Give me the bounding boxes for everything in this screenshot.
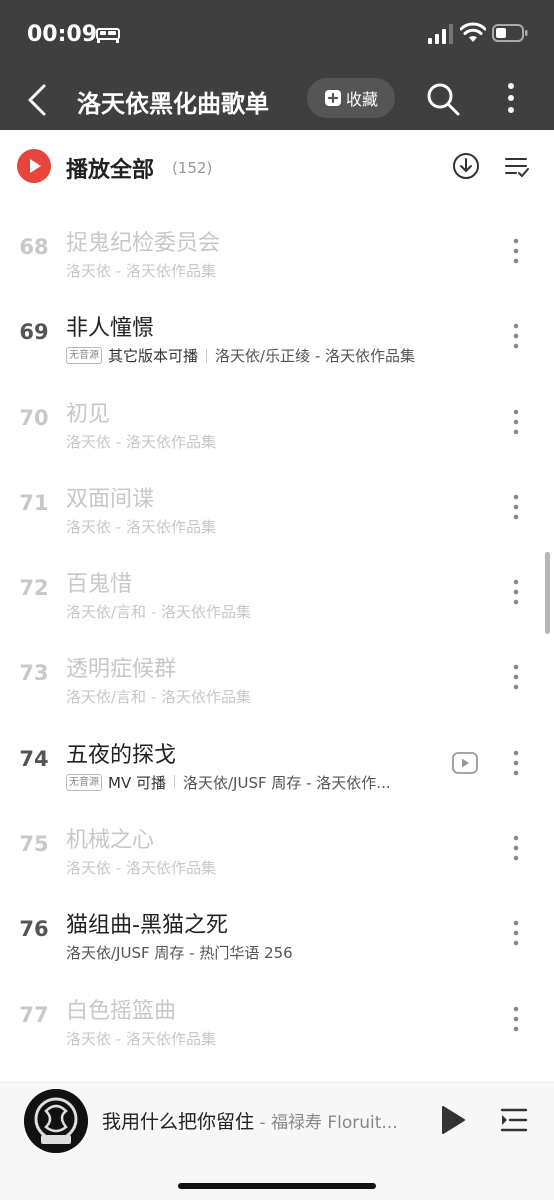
song-title: 五夜的探戈	[66, 742, 177, 768]
song-index: 73	[19, 661, 49, 686]
song-row[interactable]: 68 捉鬼纪检委员会洛天依 - 洛天依作品集	[0, 207, 554, 292]
song-title: 双面间谍	[66, 486, 155, 512]
more-vertical-icon[interactable]	[506, 1005, 526, 1033]
more-vertical-icon[interactable]	[506, 237, 526, 265]
more-vertical-icon[interactable]	[506, 663, 526, 691]
song-index: 74	[19, 746, 49, 771]
song-index: 75	[19, 832, 49, 857]
song-index: 69	[19, 320, 49, 345]
song-row[interactable]: 77 白色摇篮曲洛天依 - 洛天依作品集	[0, 975, 554, 1060]
song-artist-album: 洛天依 - 洛天依作品集	[66, 262, 216, 280]
separator	[173, 775, 175, 790]
song-subtitle-line: 洛天依 - 洛天依作品集	[66, 1028, 446, 1049]
song-row[interactable]: 70 初见洛天依 - 洛天依作品集	[0, 378, 554, 463]
song-row[interactable]: 75 机械之心洛天依 - 洛天依作品集	[0, 804, 554, 889]
navigation-bar: 洛天依黑化曲歌单 收藏	[0, 70, 554, 130]
song-artist-album: 洛天依/JUSF 周存 - 热门华语 256	[66, 944, 293, 963]
no-source-badge: 无音源	[66, 773, 102, 791]
song-title: 猫组曲-黑猫之死	[66, 913, 228, 939]
battery-icon	[492, 24, 528, 42]
more-vertical-icon[interactable]	[506, 834, 526, 862]
collect-label: 收藏	[345, 90, 378, 109]
song-subtitle-line: 洛天依 - 洛天依作品集	[66, 260, 446, 281]
song-artist-album: 洛天依/乐正绫 - 洛天依作品集	[215, 347, 416, 366]
play-circle-icon[interactable]	[17, 149, 51, 183]
cellular-signal-icon	[428, 24, 453, 44]
now-playing-title[interactable]: 我用什么把你留住 - 福禄寿 Floruit...	[102, 1107, 422, 1134]
song-subtitle-line: 洛天依 - 洛天依作品集	[66, 516, 446, 537]
song-row[interactable]: 73 透明症候群洛天依/言和 - 洛天依作品集	[0, 633, 554, 718]
status-bar: 00:09	[0, 0, 554, 70]
song-artist-album: 洛天依 - 洛天依作品集	[66, 432, 216, 451]
song-index: 72	[19, 576, 49, 601]
song-title: 捉鬼纪检委员会	[66, 231, 221, 256]
playlist-title: 洛天依黑化曲歌单	[77, 90, 269, 118]
availability-text: 其它版本可播	[108, 347, 199, 366]
wifi-icon	[460, 22, 486, 42]
back-arrow-icon[interactable]	[22, 80, 54, 120]
song-subtitle-line: 洛天依 - 洛天依作品集	[66, 431, 446, 452]
song-subtitle-line: 洛天依/JUSF 周存 - 热门华语 256	[66, 942, 446, 963]
song-row[interactable]: 72 百鬼惜洛天依/言和 - 洛天依作品集	[0, 548, 554, 633]
song-title: 初见	[66, 401, 111, 427]
song-row[interactable]: 71 双面间谍洛天依 - 洛天依作品集	[0, 463, 554, 548]
availability-text: MV 可播	[108, 773, 166, 792]
song-index: 77	[19, 1002, 49, 1027]
play-all-label[interactable]: 播放全部	[66, 152, 154, 184]
song-title: 白色摇篮曲	[66, 998, 177, 1024]
song-subtitle-line: 洛天依/言和 - 洛天依作品集	[66, 686, 446, 707]
song-artist-album: 洛天依/言和 - 洛天依作品集	[66, 688, 252, 707]
song-title: 非人憧憬	[66, 316, 155, 342]
separator	[206, 348, 208, 363]
song-title: 机械之心	[66, 828, 155, 854]
song-title: 透明症候群	[66, 657, 177, 683]
search-icon[interactable]	[424, 80, 462, 118]
song-row[interactable]: 74 五夜的探戈无音源 MV 可播 洛天依/JUSF 周存 - 洛天依作...	[0, 719, 554, 804]
no-source-badge: 无音源	[66, 347, 102, 365]
more-vertical-icon[interactable]	[506, 749, 526, 777]
song-subtitle-line: 无音源 MV 可播 洛天依/JUSF 周存 - 洛天依作...	[66, 772, 446, 793]
song-index: 70	[19, 405, 49, 430]
song-subtitle-line: 洛天依/言和 - 洛天依作品集	[66, 601, 446, 622]
album-logo-icon	[24, 1089, 88, 1153]
song-index: 71	[19, 490, 49, 515]
song-list: 68 捉鬼纪检委员会 洛天依 - 洛天依作品集 69 非人憧憬 无音源 其它版本可播 洛天依/…	[0, 207, 554, 1060]
multi-select-icon[interactable]	[504, 154, 530, 180]
now-playing-song: 我用什么把你留住	[102, 1111, 255, 1133]
sleep-mode-icon	[96, 28, 120, 43]
song-artist-album: 洛天依 - 洛天依作品集	[66, 1029, 216, 1048]
collect-button[interactable]: 收藏	[307, 78, 395, 118]
song-row[interactable]: 76 猫组曲-黑猫之死洛天依/JUSF 周存 - 热门华语 256	[0, 889, 554, 974]
now-playing-artist: - 福禄寿 Floruit...	[254, 1113, 398, 1133]
song-title: 百鬼惜	[66, 572, 133, 598]
song-count: (152)	[172, 159, 213, 177]
song-artist-album: 洛天依/言和 - 洛天依作品集	[66, 603, 252, 622]
song-index: 76	[19, 917, 49, 942]
more-vertical-icon[interactable]	[506, 919, 526, 947]
more-vertical-icon[interactable]	[506, 322, 526, 350]
more-vertical-icon[interactable]	[506, 408, 526, 436]
song-index: 68	[19, 235, 49, 259]
song-subtitle-line: 无音源 其它版本可播 洛天依/乐正绫 - 洛天依作品集	[66, 345, 446, 366]
song-artist-album: 洛天依 - 洛天依作品集	[66, 517, 216, 536]
more-vertical-icon[interactable]	[506, 493, 526, 521]
song-artist-album: 洛天依/JUSF 周存 - 洛天依作...	[182, 773, 391, 792]
scrollbar[interactable]	[545, 552, 550, 634]
status-time: 00:09	[27, 22, 98, 47]
play-all-bar: 播放全部 (152)	[0, 130, 554, 202]
more-vertical-icon[interactable]	[506, 578, 526, 606]
mini-player[interactable]: 我用什么把你留住 - 福禄寿 Floruit...	[0, 1082, 554, 1200]
album-art[interactable]	[24, 1089, 88, 1153]
mv-play-icon[interactable]	[451, 751, 479, 775]
more-vertical-icon[interactable]	[498, 78, 524, 118]
song-artist-album: 洛天依 - 洛天依作品集	[66, 859, 216, 878]
song-row[interactable]: 69 非人憧憬无音源 其它版本可播 洛天依/乐正绫 - 洛天依作品集	[0, 292, 554, 377]
play-icon[interactable]	[440, 1105, 466, 1135]
add-square-icon	[324, 90, 341, 106]
download-icon[interactable]	[452, 152, 480, 180]
playlist-queue-icon[interactable]	[500, 1105, 528, 1135]
home-indicator	[178, 1183, 376, 1189]
top-header: 00:09 洛天依黑化曲歌单 收藏	[0, 0, 554, 130]
song-subtitle-line: 洛天依 - 洛天依作品集	[66, 857, 446, 878]
